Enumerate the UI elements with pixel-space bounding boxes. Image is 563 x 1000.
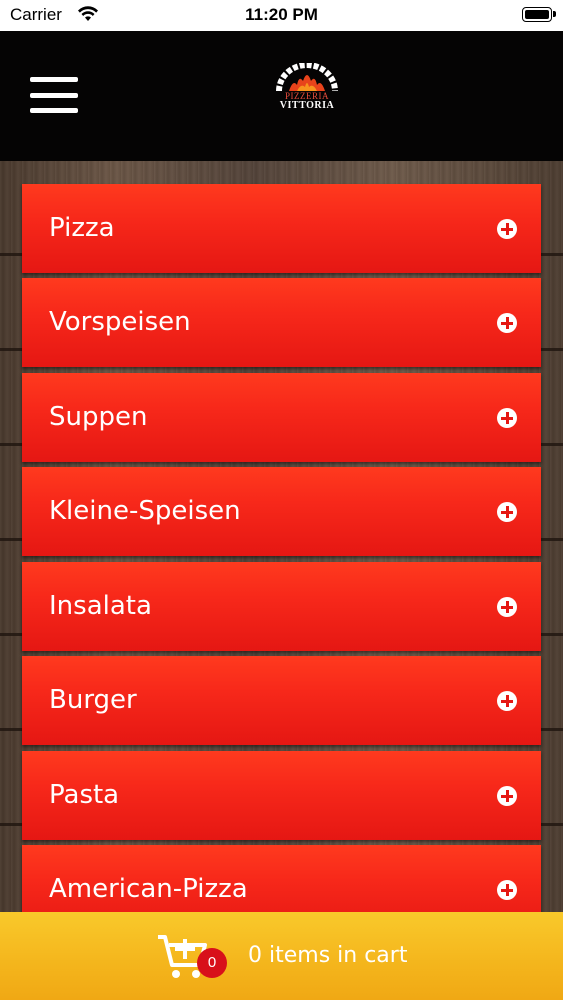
clock: 11:20 PM [245, 5, 318, 24]
cart-summary-text: 0 items in cart [248, 943, 408, 968]
status-bar: Carrier 11:20 PM [0, 0, 563, 31]
category-label: Suppen [49, 402, 148, 432]
category-label: Insalata [49, 591, 152, 621]
category-label: Pasta [49, 780, 120, 810]
cart-bar[interactable]: 0 0 items in cart [0, 912, 563, 1000]
plus-circle-icon[interactable] [497, 786, 517, 806]
plus-circle-icon[interactable] [497, 691, 517, 711]
category-kleine-speisen[interactable]: Kleine-Speisen [22, 467, 541, 556]
plus-circle-icon[interactable] [497, 313, 517, 333]
plus-circle-icon[interactable] [497, 502, 517, 522]
plus-circle-icon[interactable] [497, 408, 517, 428]
battery-icon [522, 7, 556, 22]
category-suppen[interactable]: Suppen [22, 373, 541, 462]
plus-circle-icon[interactable] [497, 880, 517, 900]
category-vorspeisen[interactable]: Vorspeisen [22, 278, 541, 367]
oven-logo-icon [276, 63, 338, 92]
category-label: Pizza [49, 213, 115, 243]
category-pasta[interactable]: Pasta [22, 751, 541, 840]
logo-text-bottom: VITTORIA [279, 100, 335, 111]
category-label: Burger [49, 685, 137, 715]
category-burger[interactable]: Burger [22, 656, 541, 745]
plus-circle-icon[interactable] [497, 597, 517, 617]
plus-circle-icon[interactable] [497, 219, 517, 239]
pizzeria-logo: PIZZERIA VITTORIA [272, 63, 342, 113]
cart-count-badge: 0 [197, 948, 227, 978]
category-pizza[interactable]: Pizza [22, 184, 541, 273]
category-insalata[interactable]: Insalata [22, 562, 541, 651]
category-label: Kleine-Speisen [49, 496, 241, 526]
hamburger-icon[interactable] [30, 77, 78, 113]
category-label: Vorspeisen [49, 307, 191, 337]
app-header: PIZZERIA VITTORIA [0, 31, 563, 161]
